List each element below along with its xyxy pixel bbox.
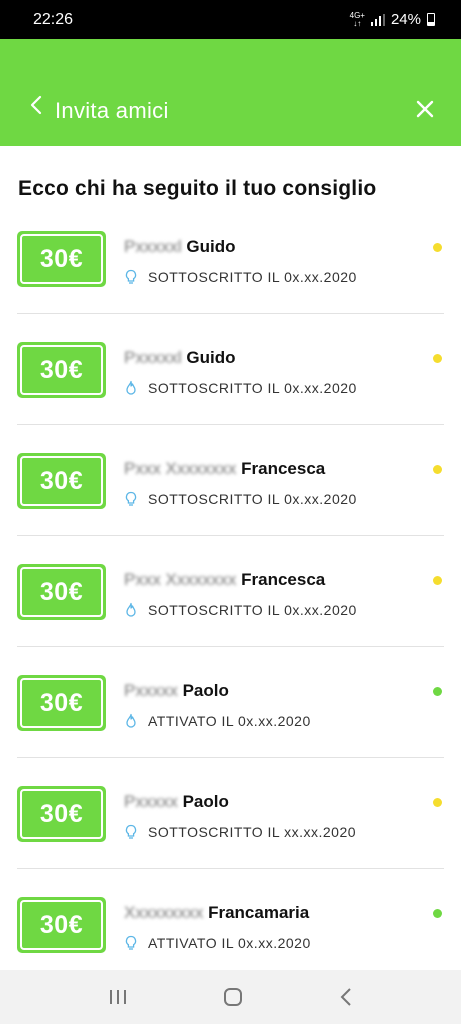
reward-amount: 30€ [20, 234, 103, 284]
status-dot [433, 576, 442, 585]
reward-amount: 30€ [20, 789, 103, 839]
reward-amount: 30€ [20, 678, 103, 728]
reward-badge: 30€ [17, 342, 106, 398]
status-dot [433, 354, 442, 363]
status-dot [433, 798, 442, 807]
reward-badge: 30€ [17, 675, 106, 731]
referral-status: SOTTOSCRITTO IL 0x.xx.2020 [124, 269, 357, 285]
referral-firstname: Francesca [241, 570, 326, 589]
status-text: SOTTOSCRITTO IL 0x.xx.2020 [148, 602, 357, 618]
reward-badge: 30€ [17, 897, 106, 953]
status-dot [433, 687, 442, 696]
referral-firstname: Guido [186, 348, 236, 367]
home-icon[interactable] [223, 987, 243, 1007]
list-item[interactable]: 30€ Pxxxxx Paolo ATTIVATO IL 0x.xx.2020 [0, 647, 461, 758]
referral-surname: Pxxxxx [124, 792, 178, 811]
reward-amount: 30€ [20, 567, 103, 617]
status-text: SOTTOSCRITTO IL 0x.xx.2020 [148, 269, 357, 285]
referral-surname: Pxxxxx [124, 681, 178, 700]
referral-firstname: Francesca [241, 459, 326, 478]
status-text: SOTTOSCRITTO IL xx.xx.2020 [148, 824, 357, 840]
referral-firstname: Paolo [182, 792, 229, 811]
referral-status: ATTIVATO IL 0x.xx.2020 [124, 713, 311, 729]
status-text: ATTIVATO IL 0x.xx.2020 [148, 713, 311, 729]
battery-icon [427, 13, 435, 26]
referral-firstname: Guido [186, 237, 236, 256]
page-title: Invita amici [55, 98, 169, 123]
system-nav-bar [0, 970, 461, 1024]
referral-status: SOTTOSCRITTO IL 0x.xx.2020 [124, 380, 357, 396]
referral-name: Pxxxxxl Guido [124, 237, 235, 257]
flame-icon [124, 602, 138, 618]
list-item[interactable]: 30€ Xxxxxxxxx Francamaria ATTIVATO IL 0x… [0, 869, 461, 980]
referral-surname: Pxxx Xxxxxxxx [124, 570, 237, 589]
lightbulb-icon [124, 491, 138, 507]
app-header: Invita amici [0, 39, 461, 146]
status-dot [433, 243, 442, 252]
referral-firstname: Paolo [182, 681, 229, 700]
referral-name: Pxxx Xxxxxxxx Francesca [124, 459, 325, 479]
reward-badge: 30€ [17, 564, 106, 620]
list-item[interactable]: 30€ Pxxxxx Paolo SOTTOSCRITTO IL xx.xx.2… [0, 758, 461, 869]
reward-badge: 30€ [17, 231, 106, 287]
list-item[interactable]: 30€ Pxxx Xxxxxxxx Francesca SOTTOSCRITTO… [0, 536, 461, 647]
network-indicator: 4G+ ↓↑ [349, 10, 365, 28]
status-text: SOTTOSCRITTO IL 0x.xx.2020 [148, 491, 357, 507]
referral-surname: Pxxx Xxxxxxxx [124, 459, 237, 478]
referral-surname: Pxxxxxl [124, 237, 182, 256]
referral-name: Xxxxxxxxx Francamaria [124, 903, 309, 923]
status-dot [433, 465, 442, 474]
status-time: 22:26 [33, 10, 74, 28]
referral-name: Pxxxxx Paolo [124, 792, 229, 812]
list-item[interactable]: 30€ Pxxxxxl Guido SOTTOSCRITTO IL 0x.xx.… [0, 203, 461, 314]
section-heading: Ecco chi ha seguito il tuo consiglio [18, 177, 377, 200]
referral-name: Pxxxxx Paolo [124, 681, 229, 701]
battery-percent: 24% [390, 11, 421, 28]
referral-firstname: Francamaria [208, 903, 310, 922]
flame-icon [124, 380, 138, 396]
referral-name: Pxxxxxl Guido [124, 348, 235, 368]
reward-badge: 30€ [17, 453, 106, 509]
reward-amount: 30€ [20, 456, 103, 506]
status-right: 4G+ ↓↑ 24% [350, 11, 435, 28]
referral-surname: Pxxxxxl [124, 348, 182, 367]
reward-amount: 30€ [20, 900, 103, 950]
status-bar: 22:26 4G+ ↓↑ 24% [0, 0, 461, 39]
list-item[interactable]: 30€ Pxxxxxl Guido SOTTOSCRITTO IL 0x.xx.… [0, 314, 461, 425]
referral-status: SOTTOSCRITTO IL xx.xx.2020 [124, 824, 356, 840]
back-icon[interactable] [339, 987, 353, 1007]
lightbulb-icon [124, 935, 138, 951]
referral-status: SOTTOSCRITTO IL 0x.xx.2020 [124, 491, 357, 507]
status-text: SOTTOSCRITTO IL 0x.xx.2020 [148, 380, 357, 396]
referral-status: SOTTOSCRITTO IL 0x.xx.2020 [124, 602, 357, 618]
status-dot [433, 909, 442, 918]
lightbulb-icon [124, 269, 138, 285]
lightbulb-icon [124, 824, 138, 840]
reward-amount: 30€ [20, 345, 103, 395]
referral-status: ATTIVATO IL 0x.xx.2020 [124, 935, 311, 951]
signal-icon [370, 13, 385, 26]
referral-list: 30€ Pxxxxxl Guido SOTTOSCRITTO IL 0x.xx.… [0, 203, 461, 980]
referral-surname: Xxxxxxxxx [124, 903, 204, 922]
reward-badge: 30€ [17, 786, 106, 842]
referral-name: Pxxx Xxxxxxxx Francesca [124, 570, 325, 590]
close-icon[interactable] [415, 99, 435, 119]
recents-icon[interactable] [108, 988, 128, 1006]
status-text: ATTIVATO IL 0x.xx.2020 [148, 935, 311, 951]
list-item[interactable]: 30€ Pxxx Xxxxxxxx Francesca SOTTOSCRITTO… [0, 425, 461, 536]
network-label: 4G+ [349, 10, 365, 20]
flame-icon [124, 713, 138, 729]
chevron-left-icon[interactable] [30, 95, 42, 115]
